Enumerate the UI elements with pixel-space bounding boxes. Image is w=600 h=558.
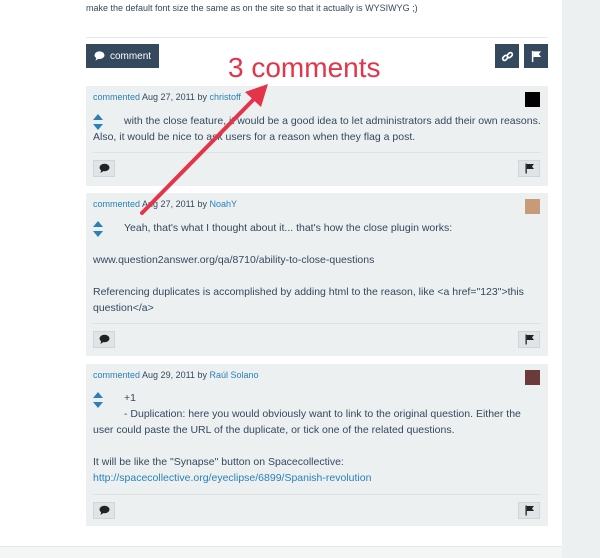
link-icon bbox=[501, 51, 513, 61]
comment-permalink[interactable]: commented bbox=[93, 92, 140, 102]
vote-buttons bbox=[93, 221, 103, 241]
bottom-strip bbox=[0, 547, 562, 558]
comment-text: +1 bbox=[124, 392, 136, 404]
flag-icon bbox=[525, 334, 534, 345]
external-link[interactable]: http://spacecollective.org/eyeclipse/689… bbox=[93, 472, 371, 484]
vote-up-icon[interactable] bbox=[93, 392, 103, 398]
comment-button-label: comment bbox=[109, 50, 152, 62]
question-text-tail: make the default font size the same as o… bbox=[86, 3, 418, 13]
reply-button[interactable] bbox=[93, 331, 115, 348]
comment-text: with the close feature, it would be a go… bbox=[93, 115, 541, 143]
reply-button[interactable] bbox=[93, 160, 115, 177]
comment-date: Aug 29, 2011 bbox=[142, 370, 195, 380]
annotation-label: 3 comments bbox=[228, 52, 381, 83]
comment-permalink[interactable]: commented bbox=[93, 370, 140, 380]
comment-icon bbox=[99, 505, 109, 515]
flag-icon bbox=[531, 50, 541, 62]
comment-divider bbox=[93, 494, 541, 495]
comment-button[interactable]: comment bbox=[86, 44, 159, 68]
flag-button[interactable] bbox=[518, 502, 540, 519]
comment-text: http://spacecollective.org/eyeclipse/689… bbox=[93, 470, 541, 486]
comment-by: by bbox=[197, 92, 207, 102]
comment-date: Aug 27, 2011 bbox=[142, 199, 195, 209]
vote-up-icon[interactable] bbox=[93, 221, 103, 227]
reply-button[interactable] bbox=[93, 502, 115, 519]
comment-text: Referencing duplicates is accomplished b… bbox=[93, 286, 524, 314]
comment-by: by bbox=[197, 370, 207, 380]
comment-item: commented Aug 27, 2011 by NoahY Yeah, th… bbox=[86, 193, 548, 356]
avatar[interactable] bbox=[525, 92, 540, 107]
avatar[interactable] bbox=[525, 199, 540, 214]
comment-item: commented Aug 29, 2011 by Raúl Solano +1… bbox=[86, 364, 548, 526]
comment-meta: commented Aug 29, 2011 by Raúl Solano bbox=[93, 370, 259, 380]
comment-text: Yeah, that's what I thought about it... … bbox=[124, 222, 453, 234]
comment-icon bbox=[99, 163, 109, 173]
comment-icon bbox=[94, 51, 105, 61]
vote-down-icon[interactable] bbox=[93, 231, 103, 237]
comment-permalink[interactable]: commented bbox=[93, 199, 140, 209]
flag-icon bbox=[525, 505, 534, 516]
comment-author[interactable]: christoff bbox=[209, 92, 240, 102]
comment-by: by bbox=[197, 199, 207, 209]
page-gutter bbox=[562, 0, 600, 558]
flag-button[interactable] bbox=[518, 160, 540, 177]
comment-divider bbox=[93, 152, 541, 153]
flag-button[interactable] bbox=[518, 331, 540, 348]
comment-meta: commented Aug 27, 2011 by NoahY bbox=[93, 199, 237, 209]
question-divider bbox=[86, 37, 548, 38]
comment-icon bbox=[99, 334, 109, 344]
comment-author[interactable]: Raúl Solano bbox=[209, 370, 258, 380]
comment-text: It will be like the "Synapse" button on … bbox=[93, 456, 344, 468]
comment-text: - Duplication: here you would obviously … bbox=[93, 408, 521, 436]
comment-meta: commented Aug 27, 2011 by christoff bbox=[93, 92, 241, 102]
comment-text: www.question2answer.org/qa/8710/ability-… bbox=[93, 254, 375, 266]
flag-icon bbox=[525, 163, 534, 174]
comment-item: commented Aug 27, 2011 by christoff with… bbox=[86, 86, 548, 186]
comment-date: Aug 27, 2011 bbox=[142, 92, 195, 102]
flag-button[interactable] bbox=[524, 44, 548, 68]
comment-author[interactable]: NoahY bbox=[209, 199, 237, 209]
share-link-button[interactable] bbox=[495, 44, 519, 68]
avatar[interactable] bbox=[525, 370, 540, 385]
comment-divider bbox=[93, 323, 541, 324]
